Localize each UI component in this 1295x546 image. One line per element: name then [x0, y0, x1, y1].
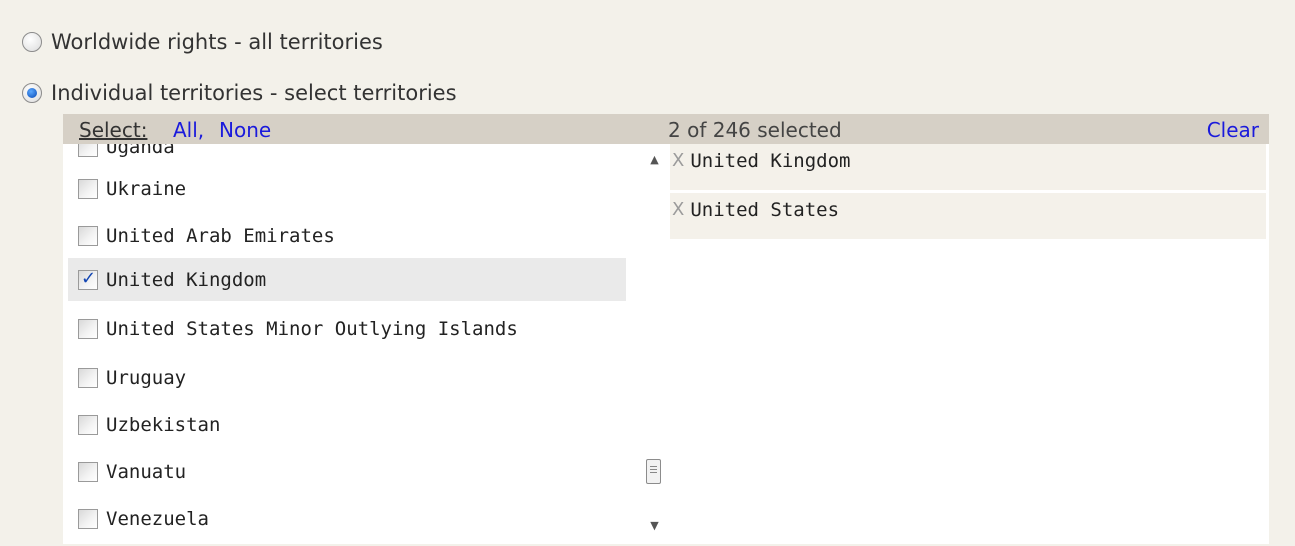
- list-item[interactable]: Vanuatu: [68, 450, 626, 493]
- checkbox[interactable]: [78, 178, 98, 199]
- select-none-link[interactable]: None: [219, 118, 271, 142]
- selected-label: United States: [690, 199, 840, 221]
- select-all-link[interactable]: All,: [173, 118, 204, 142]
- checkbox[interactable]: [78, 367, 98, 388]
- territory-label: Ukraine: [106, 177, 187, 200]
- selected-count: 2 of 246 selected: [668, 118, 842, 142]
- radio-label: Individual territories - select territor…: [51, 81, 457, 105]
- available-territories-list[interactable]: Uganda Ukraine United Arab Emirates Unit…: [63, 144, 643, 544]
- selected-item: X United States: [670, 193, 1266, 239]
- territory-label: Uganda: [106, 144, 175, 158]
- radio-worldwide[interactable]: Worldwide rights - all territories: [22, 30, 383, 54]
- selected-item: X United Kingdom: [670, 144, 1266, 190]
- remove-icon[interactable]: X: [672, 199, 684, 220]
- scroll-thumb[interactable]: [646, 459, 661, 484]
- territory-label: Vanuatu: [106, 460, 187, 483]
- territory-label: Venezuela: [106, 507, 209, 530]
- radio-button-checked-icon[interactable]: [22, 83, 42, 103]
- territory-selector: Select: All, None 2 of 246 selected Clea…: [63, 114, 1269, 544]
- list-scrollbar[interactable]: ▲ ▼: [643, 144, 666, 544]
- territory-label: Uzbekistan: [106, 413, 221, 436]
- list-item[interactable]: United States Minor Outlying Islands: [68, 307, 626, 350]
- list-item[interactable]: Uruguay: [68, 356, 626, 399]
- checkbox[interactable]: [78, 144, 98, 157]
- territory-label: United Kingdom: [106, 268, 267, 291]
- scroll-up-arrow-icon[interactable]: ▲: [643, 150, 666, 170]
- list-item[interactable]: United Arab Emirates: [68, 214, 626, 257]
- clear-link[interactable]: Clear: [1207, 118, 1259, 142]
- checkbox[interactable]: [78, 461, 98, 482]
- checkbox[interactable]: [78, 414, 98, 435]
- radio-label: Worldwide rights - all territories: [51, 30, 383, 54]
- checkbox[interactable]: [78, 225, 98, 246]
- territory-label: Uruguay: [106, 366, 187, 389]
- checkbox-checked[interactable]: [78, 268, 98, 290]
- list-item[interactable]: United Kingdom: [68, 258, 626, 301]
- select-label: Select:: [79, 118, 148, 142]
- radio-individual[interactable]: Individual territories - select territor…: [22, 81, 457, 105]
- selected-label: United Kingdom: [690, 150, 851, 172]
- list-item[interactable]: Uzbekistan: [68, 403, 626, 446]
- list-item[interactable]: Venezuela: [68, 497, 626, 540]
- list-item[interactable]: Uganda: [68, 144, 626, 168]
- radio-button-icon[interactable]: [22, 32, 42, 52]
- remove-icon[interactable]: X: [672, 150, 684, 171]
- selected-territories-list: X United Kingdom X United States: [666, 144, 1269, 544]
- checkbox[interactable]: [78, 318, 98, 339]
- territory-label: United Arab Emirates: [106, 224, 335, 247]
- territory-label: United States Minor Outlying Islands: [106, 317, 518, 340]
- list-item[interactable]: Ukraine: [68, 167, 626, 210]
- checkbox[interactable]: [78, 508, 98, 529]
- scroll-down-arrow-icon[interactable]: ▼: [643, 516, 666, 536]
- selector-header: Select: All, None 2 of 246 selected Clea…: [63, 114, 1269, 144]
